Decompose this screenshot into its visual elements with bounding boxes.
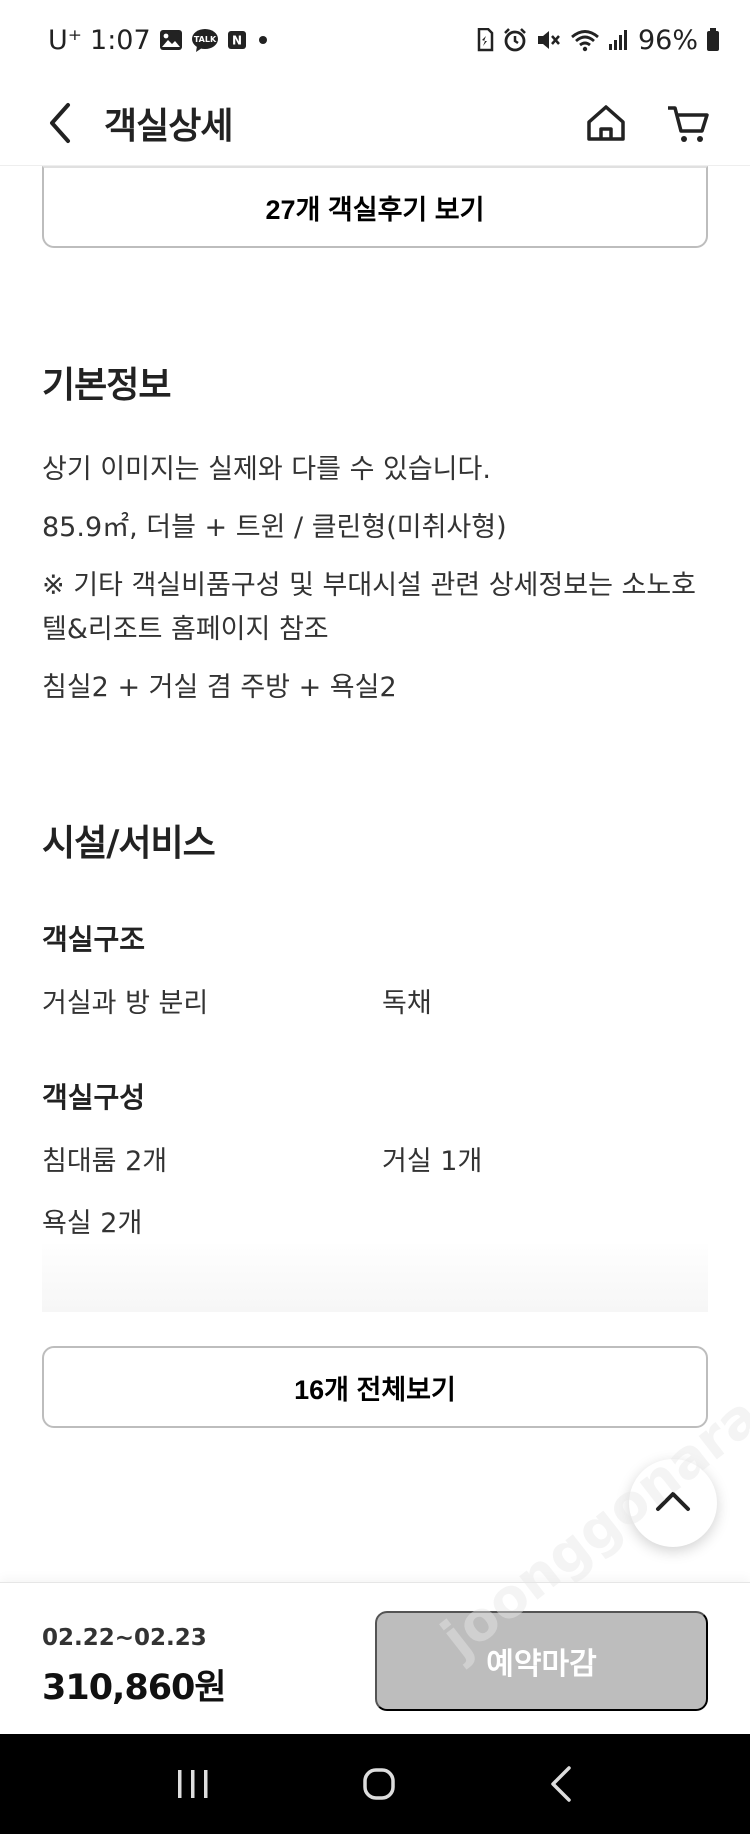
recent-apps-icon[interactable] xyxy=(173,1767,213,1801)
wifi-icon xyxy=(570,26,600,54)
mute-icon xyxy=(536,26,562,54)
battery-percent: 96% xyxy=(637,24,698,56)
date-range[interactable]: 02.22~02.23 xyxy=(42,1625,207,1651)
home-nav-icon[interactable] xyxy=(359,1764,399,1804)
battery-icon xyxy=(706,26,720,54)
naver-icon: N xyxy=(227,26,247,54)
list-fade-overlay xyxy=(42,1244,708,1312)
room-structure-list: 거실과 방 분리 독채 xyxy=(42,984,708,1024)
system-nav-bar xyxy=(0,1734,750,1834)
facility-item: 침대룸 2개 xyxy=(42,1146,168,1177)
price: 310,860원 xyxy=(42,1668,227,1708)
cart-icon[interactable] xyxy=(666,101,710,145)
info-line: 85.9㎡, 더블 + 트윈 / 클린형(미취사형) xyxy=(42,512,507,543)
room-composition-title: 객실구성 xyxy=(42,1081,146,1114)
app-header: 객실상세 xyxy=(0,80,750,166)
kakaotalk-icon-text: TALK xyxy=(193,35,216,44)
signal-icon xyxy=(608,26,630,54)
info-line: 침실2 + 거실 겸 주방 + 욕실2 xyxy=(42,672,397,703)
status-left: U⁺ 1:07 TALK N xyxy=(48,25,271,56)
status-right: 96% xyxy=(476,25,720,56)
facilities-title: 시설/서비스 xyxy=(42,823,216,864)
sim-icon xyxy=(476,26,494,54)
alarm-icon xyxy=(502,26,528,54)
facility-item: 거실 1개 xyxy=(382,1146,483,1177)
basic-info-section: 기본정보 상기 이미지는 실제와 다를 수 있습니다. 85.9㎡, 더블 + … xyxy=(42,356,708,710)
naver-icon-text: N xyxy=(232,34,242,48)
dot-icon xyxy=(255,26,271,54)
facility-item: 욕실 2개 xyxy=(42,1208,143,1239)
chevron-left-icon[interactable] xyxy=(46,99,86,147)
home-icon[interactable] xyxy=(584,101,628,145)
facility-item: 거실과 방 분리 xyxy=(42,988,209,1019)
facilities-section: 시설/서비스 객실구조 거실과 방 분리 독채 객실구성 침대룸 2개 거실 1… xyxy=(42,814,708,1428)
status-bar: U⁺ 1:07 TALK N 96% xyxy=(0,0,750,80)
view-all-button[interactable]: 16개 전체보기 xyxy=(42,1346,708,1428)
info-line: 상기 이미지는 실제와 다를 수 있습니다. xyxy=(42,454,491,485)
gallery-icon xyxy=(159,26,183,54)
reservation-closed-button: 예약마감 xyxy=(375,1611,708,1711)
basic-info-title: 기본정보 xyxy=(42,365,171,406)
carrier-label: U⁺ xyxy=(48,24,83,56)
room-detail-content: 27개 객실후기 보기 기본정보 상기 이미지는 실제와 다를 수 있습니다. … xyxy=(42,166,708,1428)
booking-bar: 02.22~02.23 310,860원 예약마감 xyxy=(0,1582,750,1734)
clock: 1:07 xyxy=(90,24,151,56)
page-title: 객실상세 xyxy=(104,105,233,147)
room-structure-title: 객실구조 xyxy=(42,923,146,956)
info-line: ※ 기타 객실비품구성 및 부대시설 관련 상세정보는 소노호텔&리조트 홈페이… xyxy=(42,570,697,645)
review-button[interactable]: 27개 객실후기 보기 xyxy=(42,166,708,248)
header-actions xyxy=(584,101,710,145)
facility-item: 독채 xyxy=(382,988,432,1019)
room-composition-list: 침대룸 2개 거실 1개 욕실 2개 xyxy=(42,1142,708,1244)
kakaotalk-icon: TALK xyxy=(191,26,219,54)
back-nav-icon[interactable] xyxy=(545,1764,577,1804)
